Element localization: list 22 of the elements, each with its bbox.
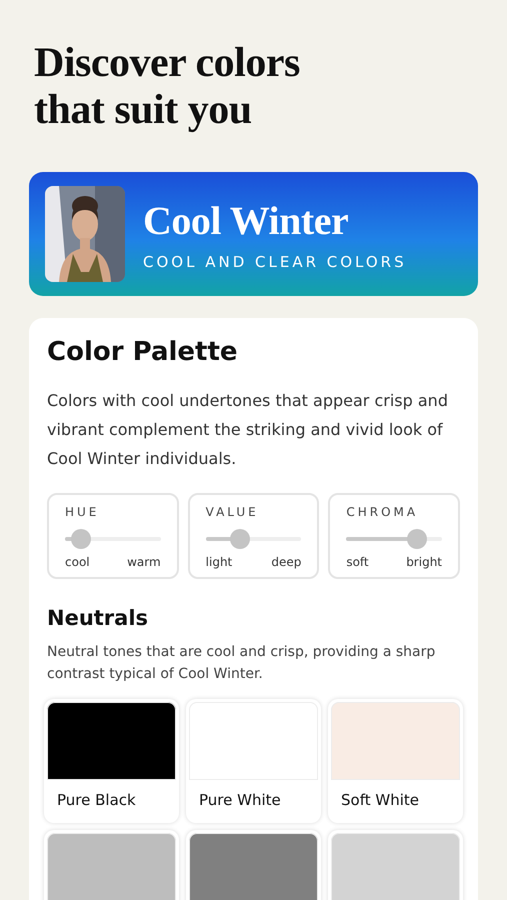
swatch-card[interactable]: Pure White — [186, 699, 321, 823]
swatch-card[interactable]: Soft White — [328, 699, 463, 823]
neutrals-description: Neutral tones that are cool and crisp, providing a sharp contrast typical of Cool Winter. — [47, 643, 436, 684]
scale-low-label: light — [206, 555, 232, 569]
section-title: Neutrals — [47, 605, 150, 631]
scale-high-label: warm — [127, 555, 161, 569]
scale-high-label: bright — [406, 555, 442, 569]
scale-label: HUE — [65, 505, 100, 519]
scale-label: CHROMA — [346, 505, 420, 519]
swatch-card[interactable]: Pure Black — [44, 699, 179, 823]
swatch-name: Pure Black — [56, 790, 137, 809]
page-heading: Discover colors that suit you — [34, 40, 301, 134]
scale-low-label: cool — [65, 555, 90, 569]
scale-high-label: deep — [271, 555, 302, 569]
palette-description: Colors with cool undertones that appear crisp and vibrant complement the striking and vivid look of Cool Winter individuals. — [47, 390, 449, 470]
season-name: Cool Winter — [143, 197, 350, 245]
section-title: Color Palette — [47, 336, 239, 368]
swatch-name: Pure White — [198, 790, 282, 809]
scale-low-label: soft — [346, 555, 369, 569]
season-tagline: COOL AND CLEAR COLORS — [143, 253, 407, 271]
swatch-name: Soft White — [340, 790, 420, 809]
scale-label: VALUE — [206, 505, 260, 519]
